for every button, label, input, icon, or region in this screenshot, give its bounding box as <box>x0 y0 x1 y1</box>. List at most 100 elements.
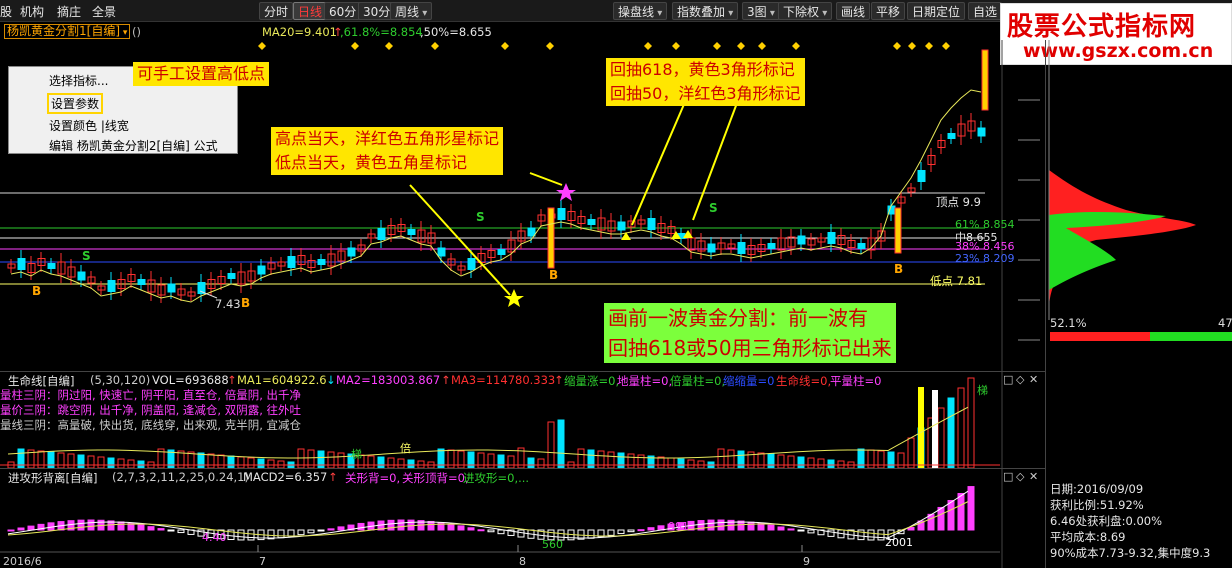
macd-bar <box>787 528 795 531</box>
menu-item-edit-formula[interactable]: 编辑 杨凯黄金分割2[自编] 公式 <box>49 137 218 154</box>
three-chart-dropdown[interactable]: 3图 <box>742 2 780 20</box>
operation-line-dropdown[interactable]: 操盘线 <box>613 2 668 20</box>
macd-bar <box>357 522 365 531</box>
candle-body <box>317 259 326 265</box>
vol-mark-double: 倍 <box>400 442 411 455</box>
maximize-icon[interactable]: ◇ <box>1016 373 1024 386</box>
macd-bar <box>777 526 785 531</box>
volume-bar <box>677 458 685 469</box>
close-icon[interactable]: ✕ <box>1029 470 1038 483</box>
macd-bar <box>27 525 35 531</box>
macd-bar <box>877 529 885 541</box>
volume-bar <box>497 454 505 469</box>
menu-institution[interactable]: 机构 <box>20 3 44 20</box>
legend-close-top-div: 关形顶背=0, <box>402 471 469 485</box>
draw-line-button[interactable]: 画线 <box>836 2 871 20</box>
volume-bar <box>937 407 945 469</box>
volume-bar <box>817 458 825 469</box>
volume-bar <box>607 451 615 469</box>
volume-bar <box>237 456 245 469</box>
candle-body <box>797 235 806 245</box>
ex-rights-dropdown[interactable]: 下除权 <box>778 2 833 20</box>
period-daily-button[interactable]: 日线 <box>293 2 328 20</box>
legend-flat-vol: 平量柱=0 <box>830 374 882 388</box>
volume-bar <box>97 456 105 469</box>
volume-bar <box>637 454 645 469</box>
chip-distribution-panel: 52.1% 47 日期:2016/09/09 获利比例:51.92% 6.46处… <box>1045 40 1232 568</box>
formula-name: 杨凯黄金分割1[自编] <box>7 24 120 38</box>
restore-icon[interactable]: □ <box>1003 470 1013 483</box>
macd-bar <box>167 529 175 532</box>
close-icon[interactable]: ✕ <box>1029 373 1038 386</box>
macd-bar <box>307 529 315 534</box>
macd-bar <box>617 529 625 535</box>
volume-bar <box>667 457 675 469</box>
restore-icon[interactable]: □ <box>1003 373 1013 386</box>
date-locate-button[interactable]: 日期定位 <box>907 2 966 20</box>
macd-panel-title[interactable]: 进攻形背离[自编] <box>8 470 97 486</box>
up-arrow-icon: ↑ <box>441 373 451 387</box>
menu-overview[interactable]: 全景 <box>92 3 116 20</box>
volume-bar <box>897 452 905 469</box>
menu-stock[interactable]: 股 <box>0 3 12 20</box>
chip-distribution-chart <box>1048 40 1196 320</box>
macd-bar <box>797 529 805 532</box>
menu-zhuangzhuang[interactable]: 摘庄 <box>57 3 81 20</box>
volume-bar <box>117 458 125 469</box>
period-fenshi-button[interactable]: 分时 <box>259 2 294 20</box>
volume-rule-line3: 量线三阴：高量破, 快出货, 底线穿, 出来观, 克半阴, 宜减仓 <box>0 418 302 432</box>
chip-bar-red <box>1050 332 1150 341</box>
macd-bar <box>337 526 345 531</box>
candle-body <box>377 228 386 240</box>
menu-item-set-color[interactable]: 设置颜色 |线宽 <box>49 117 129 134</box>
diamond-icon <box>908 42 916 50</box>
volume-bar <box>757 452 765 469</box>
macd-bar <box>487 529 495 533</box>
macd-bar <box>87 519 95 531</box>
vol-mark-ladder: 梯 <box>351 448 362 461</box>
macd-bar <box>957 493 965 531</box>
vol-value: VOL=693688 <box>152 373 229 387</box>
volume-rule-line2: 量价三阴：跳空阴, 出千净, 阴盖阳, 逢减仓, 双阴露, 往外吐 <box>0 403 302 417</box>
volume-bar <box>257 458 265 469</box>
chip-date: 日期:2016/09/09 <box>1050 482 1144 496</box>
volume-bar <box>207 453 215 469</box>
macd-bar <box>387 519 395 531</box>
index-overlay-dropdown[interactable]: 指数叠加 <box>672 2 739 20</box>
volume-bar <box>187 451 195 469</box>
macd-bar <box>17 527 25 531</box>
macd-bar <box>447 523 455 531</box>
volume-bar <box>197 452 205 469</box>
candle-body <box>547 207 555 269</box>
candle-body <box>947 133 956 139</box>
watchlist-button[interactable]: 自选 <box>968 2 1003 20</box>
candle-body <box>827 232 836 244</box>
candle-body <box>981 49 989 111</box>
diamond-icon <box>385 42 393 50</box>
volume-bar <box>827 459 835 469</box>
diamond-icon <box>792 42 800 50</box>
macd-bar <box>767 524 775 531</box>
legend-close-div: 关形背=0, <box>345 471 401 485</box>
period-60min-button[interactable]: 60分 <box>324 2 362 20</box>
macd-bar <box>247 529 255 541</box>
up-arrow-icon: ↑ <box>554 373 564 387</box>
formula-selector[interactable]: 杨凯黄金分割1[自编] ▾ <box>4 24 131 39</box>
pan-button[interactable]: 平移 <box>871 2 906 20</box>
volume-bar <box>397 458 405 469</box>
menu-item-set-params[interactable]: 设置参数 <box>47 93 104 114</box>
volume-bar <box>67 453 75 469</box>
volume-bar <box>887 451 895 469</box>
period-weekly-dropdown[interactable]: 周线 <box>390 2 433 20</box>
volume-bar <box>217 454 225 469</box>
volume-bar <box>907 437 915 469</box>
macd-bar <box>867 529 875 541</box>
menu-item-select-indicator[interactable]: 选择指标... <box>49 72 108 89</box>
volume-bar <box>557 419 565 469</box>
macd-bar <box>157 528 165 531</box>
macd-bar <box>317 529 325 532</box>
maximize-icon[interactable]: ◇ <box>1016 470 1024 483</box>
buy-signal-label: B <box>894 262 904 276</box>
candle-body <box>894 207 902 254</box>
high-star-icon <box>556 183 576 201</box>
